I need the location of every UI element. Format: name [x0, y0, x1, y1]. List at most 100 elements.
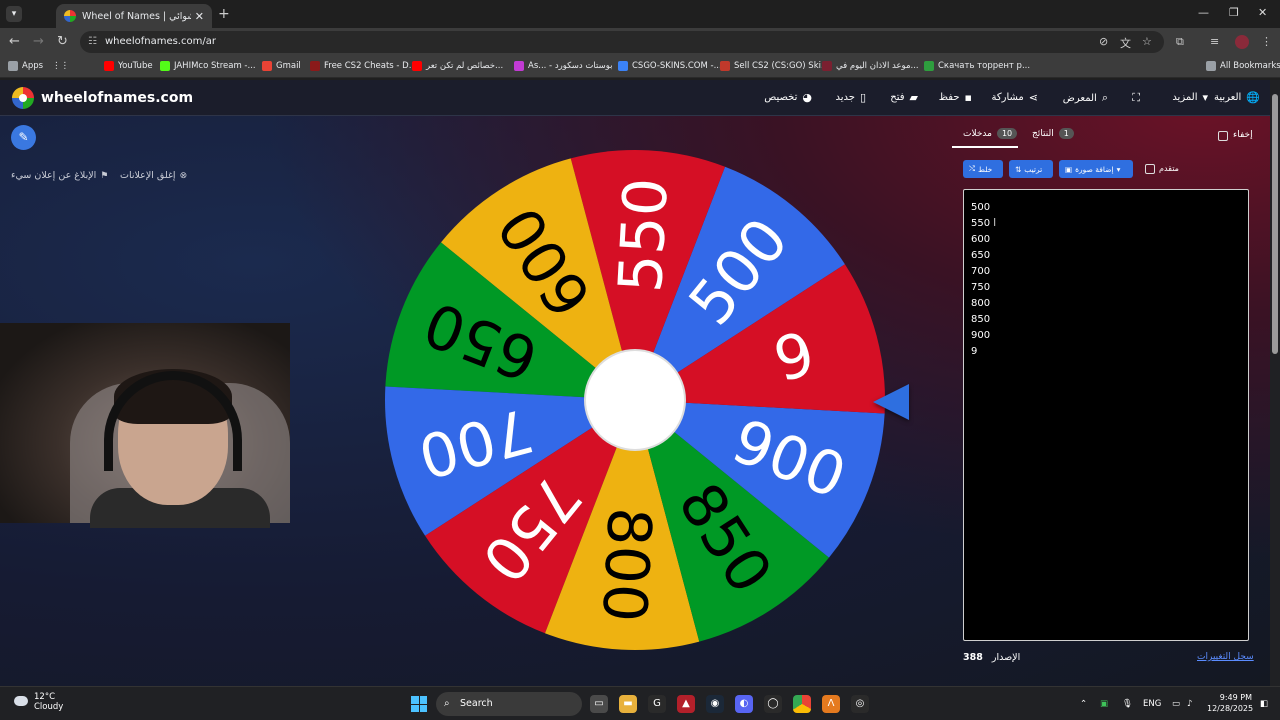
add-image-button[interactable]: ▣ إضافة صورة ▾: [1059, 160, 1133, 178]
minimize-button[interactable]: —: [1198, 6, 1209, 19]
wheel-center[interactable]: [584, 349, 686, 451]
bookmark-label: JAHIMco Stream -...: [174, 61, 256, 71]
hide-checkbox[interactable]: [1218, 131, 1228, 141]
bookmark-favicon-icon: [8, 61, 18, 71]
bookmark-star-icon[interactable]: ☆: [1142, 35, 1152, 48]
edit-pencil-button[interactable]: ✎: [11, 125, 36, 150]
eye-off-icon[interactable]: ⊘: [1099, 35, 1108, 48]
notification-icon[interactable]: ◧: [1260, 699, 1268, 709]
close-ads-link[interactable]: إغلق الإعلانات ⊗: [120, 170, 187, 181]
media-icon[interactable]: ≡: [1210, 35, 1219, 48]
changelog-link[interactable]: سجل التغييرات: [1197, 652, 1254, 662]
bookmark-favicon-icon: [412, 61, 422, 71]
nav-item-chevron-down[interactable]: المزيد ▾: [1172, 91, 1208, 104]
nav-item-file[interactable]: جديد ▯: [835, 91, 866, 104]
close-window-button[interactable]: ✕: [1258, 6, 1267, 19]
entries-textarea[interactable]: 500 550 600 650 700 750 800 850 900 9: [963, 189, 1249, 641]
weather-temp: 12°C: [34, 692, 56, 702]
tab-search-button[interactable]: ▾: [6, 6, 22, 22]
microphone-icon[interactable]: 🎙: [1122, 699, 1133, 709]
nav-item-share[interactable]: مشاركة ⋖: [992, 91, 1039, 104]
bookmark-item[interactable]: Apps: [8, 61, 43, 71]
profile-avatar[interactable]: [1235, 35, 1249, 49]
steam-icon[interactable]: ◉: [706, 695, 724, 713]
extensions-icon[interactable]: ⧉: [1176, 35, 1184, 49]
bookmark-item[interactable]: Скачать торрент р...: [924, 61, 1030, 71]
entry-line: 900: [971, 330, 991, 341]
wheel-container[interactable]: 500 550 600 650 700 750 800 850 900 9: [383, 148, 887, 652]
tray-chevron-icon[interactable]: ⌃: [1080, 699, 1087, 709]
bookmark-item[interactable]: CSGO-SKINS.COM -...: [618, 61, 722, 71]
file-explorer-icon[interactable]: ▬: [619, 695, 637, 713]
tab-results[interactable]: النتائج 1: [1032, 128, 1074, 139]
nav-item-folder[interactable]: فتح ▰: [890, 91, 918, 104]
address-bar[interactable]: ☷ wheelofnames.com/ar: [80, 31, 1164, 53]
menu-kebab-icon[interactable]: ⋮: [1261, 35, 1272, 48]
wheel-pointer-icon: [873, 384, 909, 420]
reload-icon[interactable]: ↻: [57, 34, 68, 49]
start-button[interactable]: [411, 696, 427, 712]
app-circle-icon[interactable]: ◯: [764, 695, 782, 713]
sort-icon: ⇅: [1015, 164, 1022, 174]
network-icon[interactable]: ▭: [1172, 699, 1180, 709]
nav-item-palette[interactable]: تخصيص ◕: [764, 91, 812, 104]
restore-button[interactable]: ❐: [1229, 6, 1239, 19]
app-orange-icon[interactable]: Λ: [822, 695, 840, 713]
back-icon[interactable]: ←: [9, 34, 20, 49]
chevron-down-icon: ▾: [1202, 91, 1208, 104]
bookmark-item[interactable]: As... - بوستات دسكورد: [514, 61, 612, 71]
bookmark-item[interactable]: Sell CS2 (CS:GO) Ski...: [720, 61, 829, 71]
tab-close-button[interactable]: ✕: [195, 10, 204, 23]
app-g-icon[interactable]: G: [648, 695, 666, 713]
bookmark-label: Apps: [22, 61, 44, 71]
new-tab-button[interactable]: +: [218, 6, 230, 22]
wheel-logo-icon[interactable]: [12, 87, 34, 109]
entry-line: 9: [971, 346, 978, 357]
bookmark-item[interactable]: All Bookmarks: [1206, 61, 1280, 71]
bookmark-item[interactable]: موعد الاذان اليوم في...: [822, 61, 919, 71]
bookmark-label: Gmail: [276, 61, 301, 71]
nav-item-globe[interactable]: العربية 🌐: [1214, 91, 1260, 104]
apps-grid-icon[interactable]: ⋮⋮: [52, 61, 69, 71]
bookmark-label: خصائص لم تكن تعر...: [426, 61, 504, 71]
file-icon: ▯: [859, 91, 866, 104]
scrollbar-thumb[interactable]: [1272, 94, 1278, 354]
bookmark-favicon-icon: [310, 61, 320, 71]
volume-icon[interactable]: ♪: [1187, 699, 1192, 709]
tray-app-icon[interactable]: ▣: [1100, 699, 1108, 709]
nav-item-save[interactable]: حفظ ▪: [939, 91, 972, 104]
bookmark-item[interactable]: JAHIMco Stream -...: [160, 61, 256, 71]
taskbar-search-label: Search: [460, 698, 493, 709]
spin-wheel[interactable]: 500550600650700750800 8509009: [383, 148, 887, 652]
forward-icon[interactable]: →: [33, 34, 44, 49]
obs-icon[interactable]: ◎: [851, 695, 869, 713]
bookmark-item[interactable]: خصائص لم تكن تعر...: [412, 61, 503, 71]
nav-label: فتح: [890, 92, 905, 103]
translate-icon[interactable]: 文: [1120, 35, 1131, 51]
nav-item-search[interactable]: المعرض ⌕: [1063, 91, 1108, 105]
tab-entries[interactable]: مدخلات 10: [963, 128, 1018, 139]
nav-label: تخصيص: [764, 92, 798, 103]
page-scrollbar[interactable]: [1270, 80, 1280, 686]
close-circle-icon: ⊗: [179, 170, 188, 181]
site-info-icon[interactable]: ☷: [88, 31, 97, 53]
report-ad-link[interactable]: الإبلاغ عن إعلان سيء ⚑: [11, 170, 108, 181]
advanced-checkbox[interactable]: [1145, 164, 1155, 174]
discord-icon[interactable]: ◐: [735, 695, 753, 713]
bookmark-item[interactable]: Gmail: [262, 61, 301, 71]
bookmark-favicon-icon: [924, 61, 934, 71]
app-red-icon[interactable]: ▲: [677, 695, 695, 713]
search-icon: ⌕: [1101, 91, 1108, 104]
nav-item-fullscreen[interactable]: ⛶: [1127, 91, 1140, 105]
bookmark-item[interactable]: YouTube: [104, 61, 153, 71]
language-indicator[interactable]: ENG: [1143, 699, 1161, 709]
browser-tab[interactable]: Wheel of Names | اسم العشوائي ✕: [56, 4, 212, 28]
taskbar-search[interactable]: ⌕ Search: [436, 692, 582, 716]
bookmark-item[interactable]: Free CS2 Cheats - D...: [310, 61, 417, 71]
site-brand[interactable]: wheelofnames.com: [41, 90, 193, 106]
sort-button[interactable]: ⇅ ترتيب: [1009, 160, 1053, 178]
chrome-icon[interactable]: [793, 695, 811, 713]
task-view-icon[interactable]: ▭: [590, 695, 608, 713]
taskbar-clock[interactable]: 9:49 PM 12/28/2025: [1207, 692, 1253, 714]
shuffle-button[interactable]: ⤭ خلط: [963, 160, 1003, 178]
